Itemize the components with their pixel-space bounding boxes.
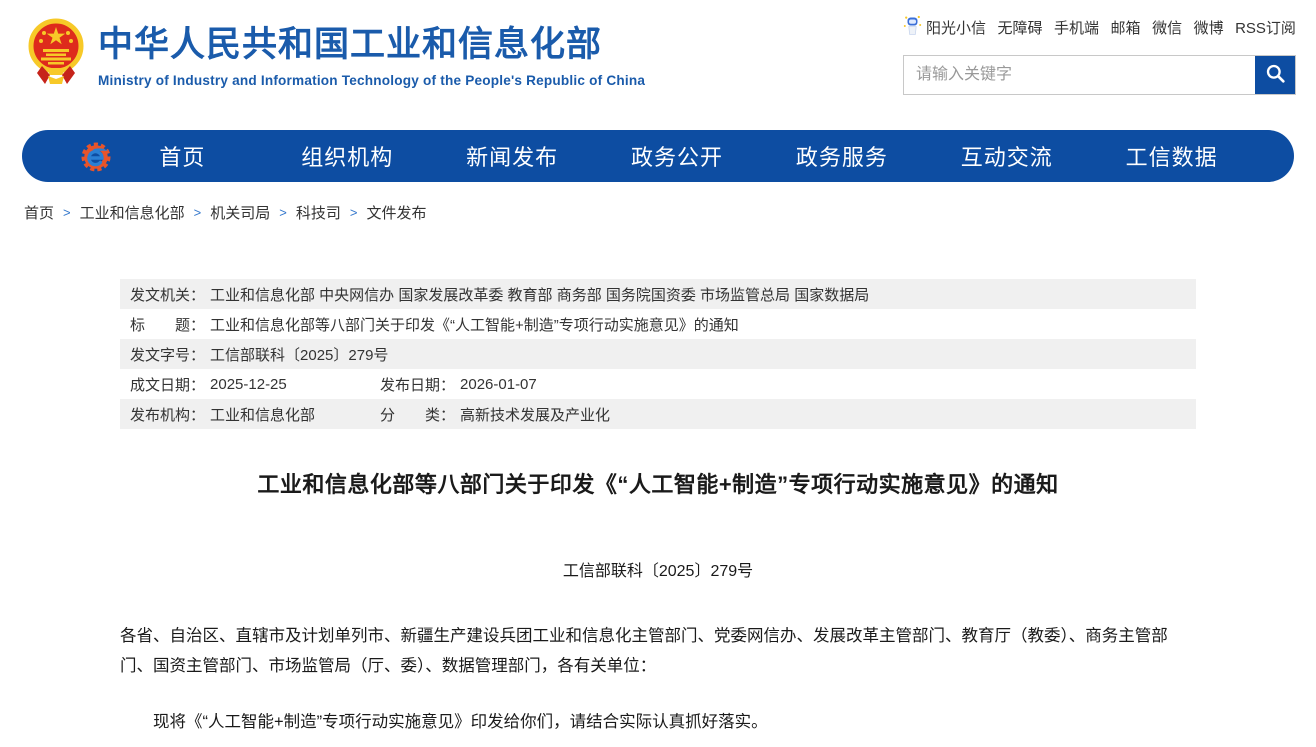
meta-label: 发布机构： [130,404,205,425]
meta-cell: 成文日期： 2025-12-25 [130,374,380,395]
utility-link-mobile[interactable]: 手机端 [1054,17,1099,38]
document-meta-table: 发文机关： 工业和信息化部 中央网信办 国家发展改革委 教育部 商务部 国务院国… [120,279,1196,429]
utility-bar: 阳光小信 无障碍 手机端 邮箱 微信 微博 RSS订阅 [903,16,1296,38]
meta-label: 发文字号： [130,344,205,365]
breadcrumb-item-science-tech[interactable]: 科技司 [296,202,341,223]
site-brand: 中华人民共和国工业和信息化部 Ministry of Industry and … [28,18,645,90]
meta-row-publisher-category: 发布机构： 工业和信息化部 分 类： 高新技术发展及产业化 [120,399,1196,429]
search-icon [1265,63,1286,87]
nav-item-gov-services[interactable]: 政务服务 [759,140,924,172]
meta-row-title: 标 题： 工业和信息化部等八部门关于印发《“人工智能+制造”专项行动实施意见》的… [120,309,1196,339]
nav-item-gov-disclosure[interactable]: 政务公开 [595,140,760,172]
meta-value: 工业和信息化部 [210,404,315,425]
utility-link-label: 无障碍 [998,17,1043,38]
meta-cell: 标 题： 工业和信息化部等八部门关于印发《“人工智能+制造”专项行动实施意见》的… [130,314,739,335]
meta-cell: 发文字号： 工信部联科〔2025〕279号 [130,344,388,365]
utility-link-mail[interactable]: 邮箱 [1111,17,1141,38]
utility-link-label: 邮箱 [1111,17,1141,38]
utility-link-accessibility[interactable]: 无障碍 [998,17,1043,38]
nav-item-miit-data[interactable]: 工信数据 [1089,140,1254,172]
meta-row-doc-number: 发文字号： 工信部联科〔2025〕279号 [120,339,1196,369]
breadcrumb-item-departments[interactable]: 机关司局 [210,202,270,223]
article-body: 各省、自治区、直辖市及计划单列市、新疆生产建设兵团工业和信息化主管部门、党委网信… [120,621,1196,737]
utility-link-label: 阳光小信 [926,17,986,38]
article-doc-number: 工信部联科〔2025〕279号 [120,557,1196,581]
article-paragraph-instruction: 现将《“人工智能+制造”专项行动实施意见》印发给你们，请结合实际认真抓好落实。 [120,707,1196,737]
meta-cell: 发文机关： 工业和信息化部 中央网信办 国家发展改革委 教育部 商务部 国务院国… [130,284,869,305]
meta-label: 分 类： [380,404,455,425]
meta-label: 发文机关： [130,284,205,305]
meta-label: 成文日期： [130,374,205,395]
nav-items: 首页 组织机构 新闻发布 政务公开 政务服务 互动交流 工信数据 [100,140,1294,172]
search-input[interactable] [904,56,1255,94]
article-paragraph-recipients: 各省、自治区、直辖市及计划单列市、新疆生产建设兵团工业和信息化主管部门、党委网信… [120,621,1196,681]
breadcrumb-separator: > [194,205,202,220]
document-content: 发文机关： 工业和信息化部 中央网信办 国家发展改革委 教育部 商务部 国务院国… [120,279,1196,737]
search-bar [903,55,1296,95]
utility-link-wechat[interactable]: 微信 [1152,17,1182,38]
meta-value: 工业和信息化部等八部门关于印发《“人工智能+制造”专项行动实施意见》的通知 [210,314,739,335]
breadcrumb-item-miit[interactable]: 工业和信息化部 [80,202,185,223]
meta-row-issuing-agencies: 发文机关： 工业和信息化部 中央网信办 国家发展改革委 教育部 商务部 国务院国… [120,279,1196,309]
meta-value: 工业和信息化部 中央网信办 国家发展改革委 教育部 商务部 国务院国资委 市场监… [210,284,869,305]
brand-text: 中华人民共和国工业和信息化部 Ministry of Industry and … [98,18,645,88]
meta-cell: 发布机构： 工业和信息化部 [130,404,380,425]
meta-label: 标 题： [130,314,205,335]
national-emblem-icon [28,18,84,90]
utility-link-label: 微信 [1152,17,1182,38]
site-subtitle: Ministry of Industry and Information Tec… [98,73,645,88]
nav-item-news[interactable]: 新闻发布 [430,140,595,172]
breadcrumb-separator: > [350,205,358,220]
breadcrumb-item-home[interactable]: 首页 [24,202,54,223]
meta-value: 2026-01-07 [460,376,537,393]
breadcrumb-separator: > [279,205,287,220]
utility-link-weibo[interactable]: 微博 [1194,17,1224,38]
breadcrumb: 首页 > 工业和信息化部 > 机关司局 > 科技司 > 文件发布 [24,202,1316,223]
mascot-robot-icon [903,15,922,40]
main-nav: 首页 组织机构 新闻发布 政务公开 政务服务 互动交流 工信数据 [22,130,1294,182]
utility-link-sunshine[interactable]: 阳光小信 [903,15,986,40]
site-title: 中华人民共和国工业和信息化部 [98,26,645,65]
nav-item-home[interactable]: 首页 [100,140,265,172]
breadcrumb-item-document-release[interactable]: 文件发布 [366,202,426,223]
meta-value: 2025-12-25 [210,376,287,393]
header-right: 阳光小信 无障碍 手机端 邮箱 微信 微博 RSS订阅 [903,16,1296,95]
utility-link-label: 手机端 [1054,17,1099,38]
meta-label: 发布日期： [380,374,455,395]
breadcrumb-separator: > [63,205,71,220]
utility-link-rss[interactable]: RSS订阅 [1235,17,1296,38]
nav-item-interaction[interactable]: 互动交流 [924,140,1089,172]
search-button[interactable] [1255,56,1295,94]
site-header: 中华人民共和国工业和信息化部 Ministry of Industry and … [0,0,1316,130]
meta-cell: 分 类： 高新技术发展及产业化 [380,404,610,425]
utility-link-label: RSS订阅 [1235,17,1296,38]
meta-value: 高新技术发展及产业化 [460,404,610,425]
utility-link-label: 微博 [1194,17,1224,38]
nav-item-organization[interactable]: 组织机构 [265,140,430,172]
meta-cell: 发布日期： 2026-01-07 [380,374,537,395]
meta-value: 工信部联科〔2025〕279号 [210,344,388,365]
article-title: 工业和信息化部等八部门关于印发《“人工智能+制造”专项行动实施意见》的通知 [120,467,1196,499]
meta-row-dates: 成文日期： 2025-12-25 发布日期： 2026-01-07 [120,369,1196,399]
